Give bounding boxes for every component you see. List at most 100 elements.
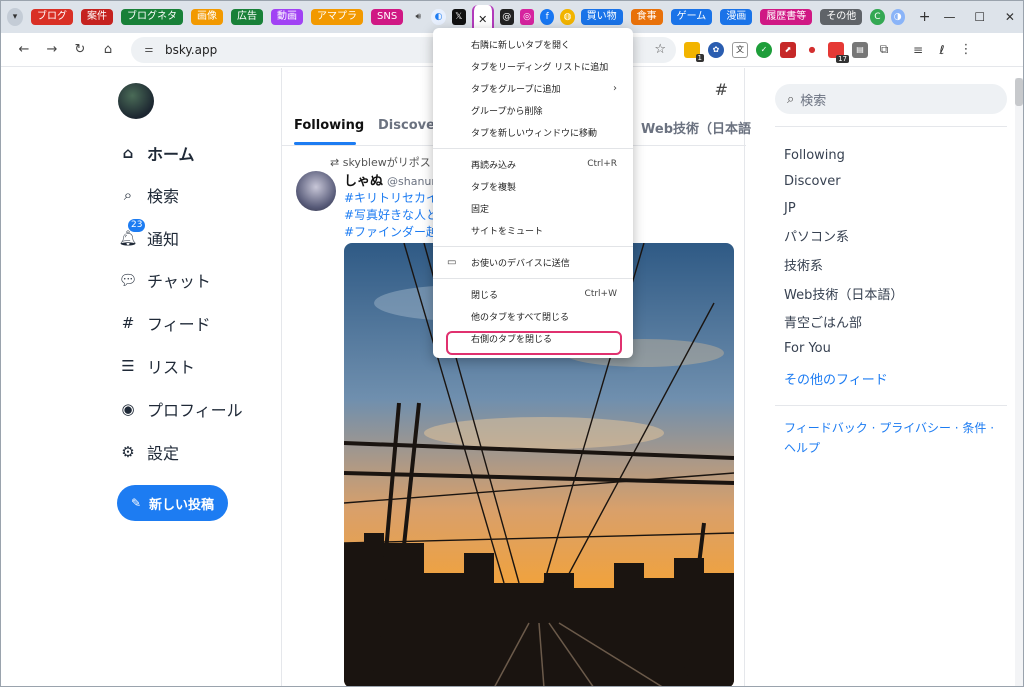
- feed-link[interactable]: Web技術（日本語）: [784, 284, 903, 303]
- feed-link[interactable]: JP: [784, 201, 796, 216]
- sidebar-item-label: リスト: [147, 358, 196, 377]
- extension-pdf-icon[interactable]: ⬈: [780, 41, 796, 58]
- context-menu-item[interactable]: 再読み込み Ctrl+R: [433, 154, 633, 174]
- sidebar-item[interactable]: ⚙ 設定: [118, 440, 179, 464]
- blue-tab-icon[interactable]: ◑: [890, 9, 905, 25]
- tab-group-chip[interactable]: アマプラ: [311, 9, 363, 25]
- home-page-icon[interactable]: ⌂: [95, 37, 121, 63]
- search-input[interactable]: ⌕ 検索: [775, 84, 1007, 114]
- tab-group-chip[interactable]: SNS: [371, 9, 404, 25]
- reload-icon[interactable]: ↻: [67, 37, 93, 63]
- tab-group-chip[interactable]: 買い物: [580, 9, 623, 25]
- new-tab-button[interactable]: +: [915, 6, 935, 28]
- more-feeds-link[interactable]: その他のフィード: [784, 369, 888, 388]
- footer-links[interactable]: フィードバック · プライバシー · 条件 · ヘルプ: [784, 418, 999, 458]
- context-menu-item[interactable]: グループから削除: [433, 100, 633, 120]
- repost-line[interactable]: ⇄ skyblewがリポス: [330, 154, 431, 170]
- context-menu-item[interactable]: タブを新しいウィンドウに移動: [433, 122, 633, 142]
- tab-close-icon[interactable]: ✕: [478, 13, 487, 26]
- bluesky-tab-icon[interactable]: ◐: [431, 9, 446, 25]
- feeds-hash-icon[interactable]: #: [715, 80, 728, 99]
- context-menu-item[interactable]: ▭ お使いのデバイスに送信: [433, 252, 633, 272]
- site-info-icon[interactable]: ⚌: [141, 42, 157, 58]
- tab-group-chip[interactable]: ブログネタ: [121, 9, 183, 25]
- reading-list-icon[interactable]: ≡: [910, 41, 926, 58]
- sidebar-item[interactable]: ⌂ ホーム: [118, 141, 195, 165]
- context-menu-item[interactable]: 右隣に新しいタブを開く: [433, 34, 633, 54]
- hashtag-link[interactable]: #ファインダー越: [344, 223, 438, 240]
- hashtag-link[interactable]: #写真好きな人と: [344, 206, 438, 223]
- context-menu-item[interactable]: タブを複製: [433, 176, 633, 196]
- sidebar-item-label: 設定: [147, 444, 180, 463]
- feed-link[interactable]: 青空ごはん部: [784, 312, 862, 331]
- tab-group-chip[interactable]: 食事: [630, 9, 663, 25]
- active-tab-indicator: [294, 142, 356, 145]
- back-icon[interactable]: ←: [11, 37, 37, 63]
- context-menu-item[interactable]: タブをグループに追加 ›: [433, 78, 633, 98]
- extension-globe-icon[interactable]: ✿: [708, 41, 724, 58]
- url-text[interactable]: bsky.app: [165, 43, 217, 57]
- page-scrollbar[interactable]: [1015, 78, 1023, 686]
- sidebar-item[interactable]: 💬︎ チャット: [118, 268, 210, 292]
- instagram-tab-icon[interactable]: ◎: [519, 9, 535, 25]
- tab-group-chip[interactable]: その他: [820, 9, 863, 25]
- extension-check-icon[interactable]: ✓: [756, 41, 772, 58]
- feed-link[interactable]: For You: [784, 341, 831, 356]
- extension-translate-icon[interactable]: 文: [732, 41, 748, 58]
- feed-link[interactable]: Discover: [784, 174, 841, 189]
- threads-tab-icon[interactable]: @: [499, 9, 514, 25]
- post-author-avatar[interactable]: [296, 171, 336, 211]
- sidebar-item[interactable]: ◉ プロフィール: [118, 397, 242, 421]
- close-window-button[interactable]: ✕: [995, 1, 1023, 33]
- context-menu-item[interactable]: 閉じる Ctrl+W: [433, 284, 633, 304]
- maximize-button[interactable]: ☐: [965, 1, 995, 33]
- extension-doc-icon[interactable]: ▤: [852, 41, 868, 58]
- scrollbar-thumb[interactable]: [1015, 78, 1023, 106]
- context-menu-item[interactable]: 固定: [433, 198, 633, 218]
- facebook-tab-icon[interactable]: f: [540, 9, 555, 25]
- tab-group-chip[interactable]: ゲーム: [670, 9, 713, 25]
- extension-shield-icon[interactable]: 17: [828, 41, 849, 63]
- sidebar-item[interactable]: ☰ リスト: [118, 354, 195, 378]
- profile-icon-toolbar[interactable]: ℓ: [934, 41, 950, 58]
- post-author[interactable]: しゃぬ @shanun: [344, 170, 438, 189]
- user-avatar[interactable]: [118, 83, 154, 119]
- minimize-button[interactable]: —: [934, 1, 964, 33]
- hash-icon: #: [121, 314, 135, 332]
- tab-group-chip[interactable]: 動画: [271, 9, 303, 25]
- sidebar-item[interactable]: 🔔︎ 23 通知: [118, 219, 179, 250]
- menu-kebab-icon[interactable]: ⋮: [958, 41, 974, 58]
- tab-group-chip[interactable]: 広告: [231, 9, 263, 25]
- tab-group-chip[interactable]: 画像: [191, 9, 223, 25]
- tab-group-chip[interactable]: ブログ: [31, 9, 73, 25]
- context-menu-item[interactable]: サイトをミュート: [433, 220, 633, 240]
- new-post-button[interactable]: ✎ 新しい投稿: [117, 485, 228, 521]
- tab-search-icon[interactable]: ▾: [7, 8, 23, 26]
- sound-icon[interactable]: 🔊︎: [411, 9, 425, 25]
- context-menu-label: グループから削除: [471, 106, 543, 117]
- sidebar-item[interactable]: ⌕ 検索: [118, 183, 179, 207]
- misc-tab-icon[interactable]: ◍: [560, 9, 575, 25]
- hashtag-link[interactable]: #キリトリセカイ: [344, 189, 438, 206]
- forward-icon[interactable]: →: [39, 37, 65, 63]
- sidebar-item[interactable]: # フィード: [118, 311, 211, 335]
- feed-link[interactable]: Following: [784, 148, 845, 163]
- context-menu-item[interactable]: 他のタブをすべて閉じる: [433, 306, 633, 326]
- extension-sticky-icon[interactable]: 1: [684, 41, 704, 62]
- feed-link[interactable]: パソコン系: [784, 226, 849, 245]
- tab-group-chip[interactable]: 漫画: [720, 9, 753, 25]
- tab-web-tech[interactable]: Web技術（日本語: [641, 118, 751, 137]
- tab-group-chip[interactable]: 案件: [81, 9, 113, 25]
- extension-badge: 1: [695, 53, 704, 62]
- tab-group-chip[interactable]: 履歴書等: [760, 9, 813, 25]
- tab-following[interactable]: Following: [294, 118, 364, 133]
- feed-link[interactable]: 技術系: [784, 255, 823, 274]
- context-menu-item[interactable]: タブをリーディング リストに追加: [433, 56, 633, 76]
- extensions-puzzle-icon[interactable]: ⧉: [876, 41, 892, 58]
- bookmark-star-icon[interactable]: ☆: [654, 42, 666, 57]
- tab-discover[interactable]: Discover: [378, 118, 441, 133]
- green-tab-icon[interactable]: C: [870, 9, 885, 25]
- extension-red-icon[interactable]: ●: [804, 41, 820, 58]
- x-tab-icon[interactable]: 𝕏: [451, 9, 466, 25]
- repost-icon: ⇄: [330, 156, 343, 169]
